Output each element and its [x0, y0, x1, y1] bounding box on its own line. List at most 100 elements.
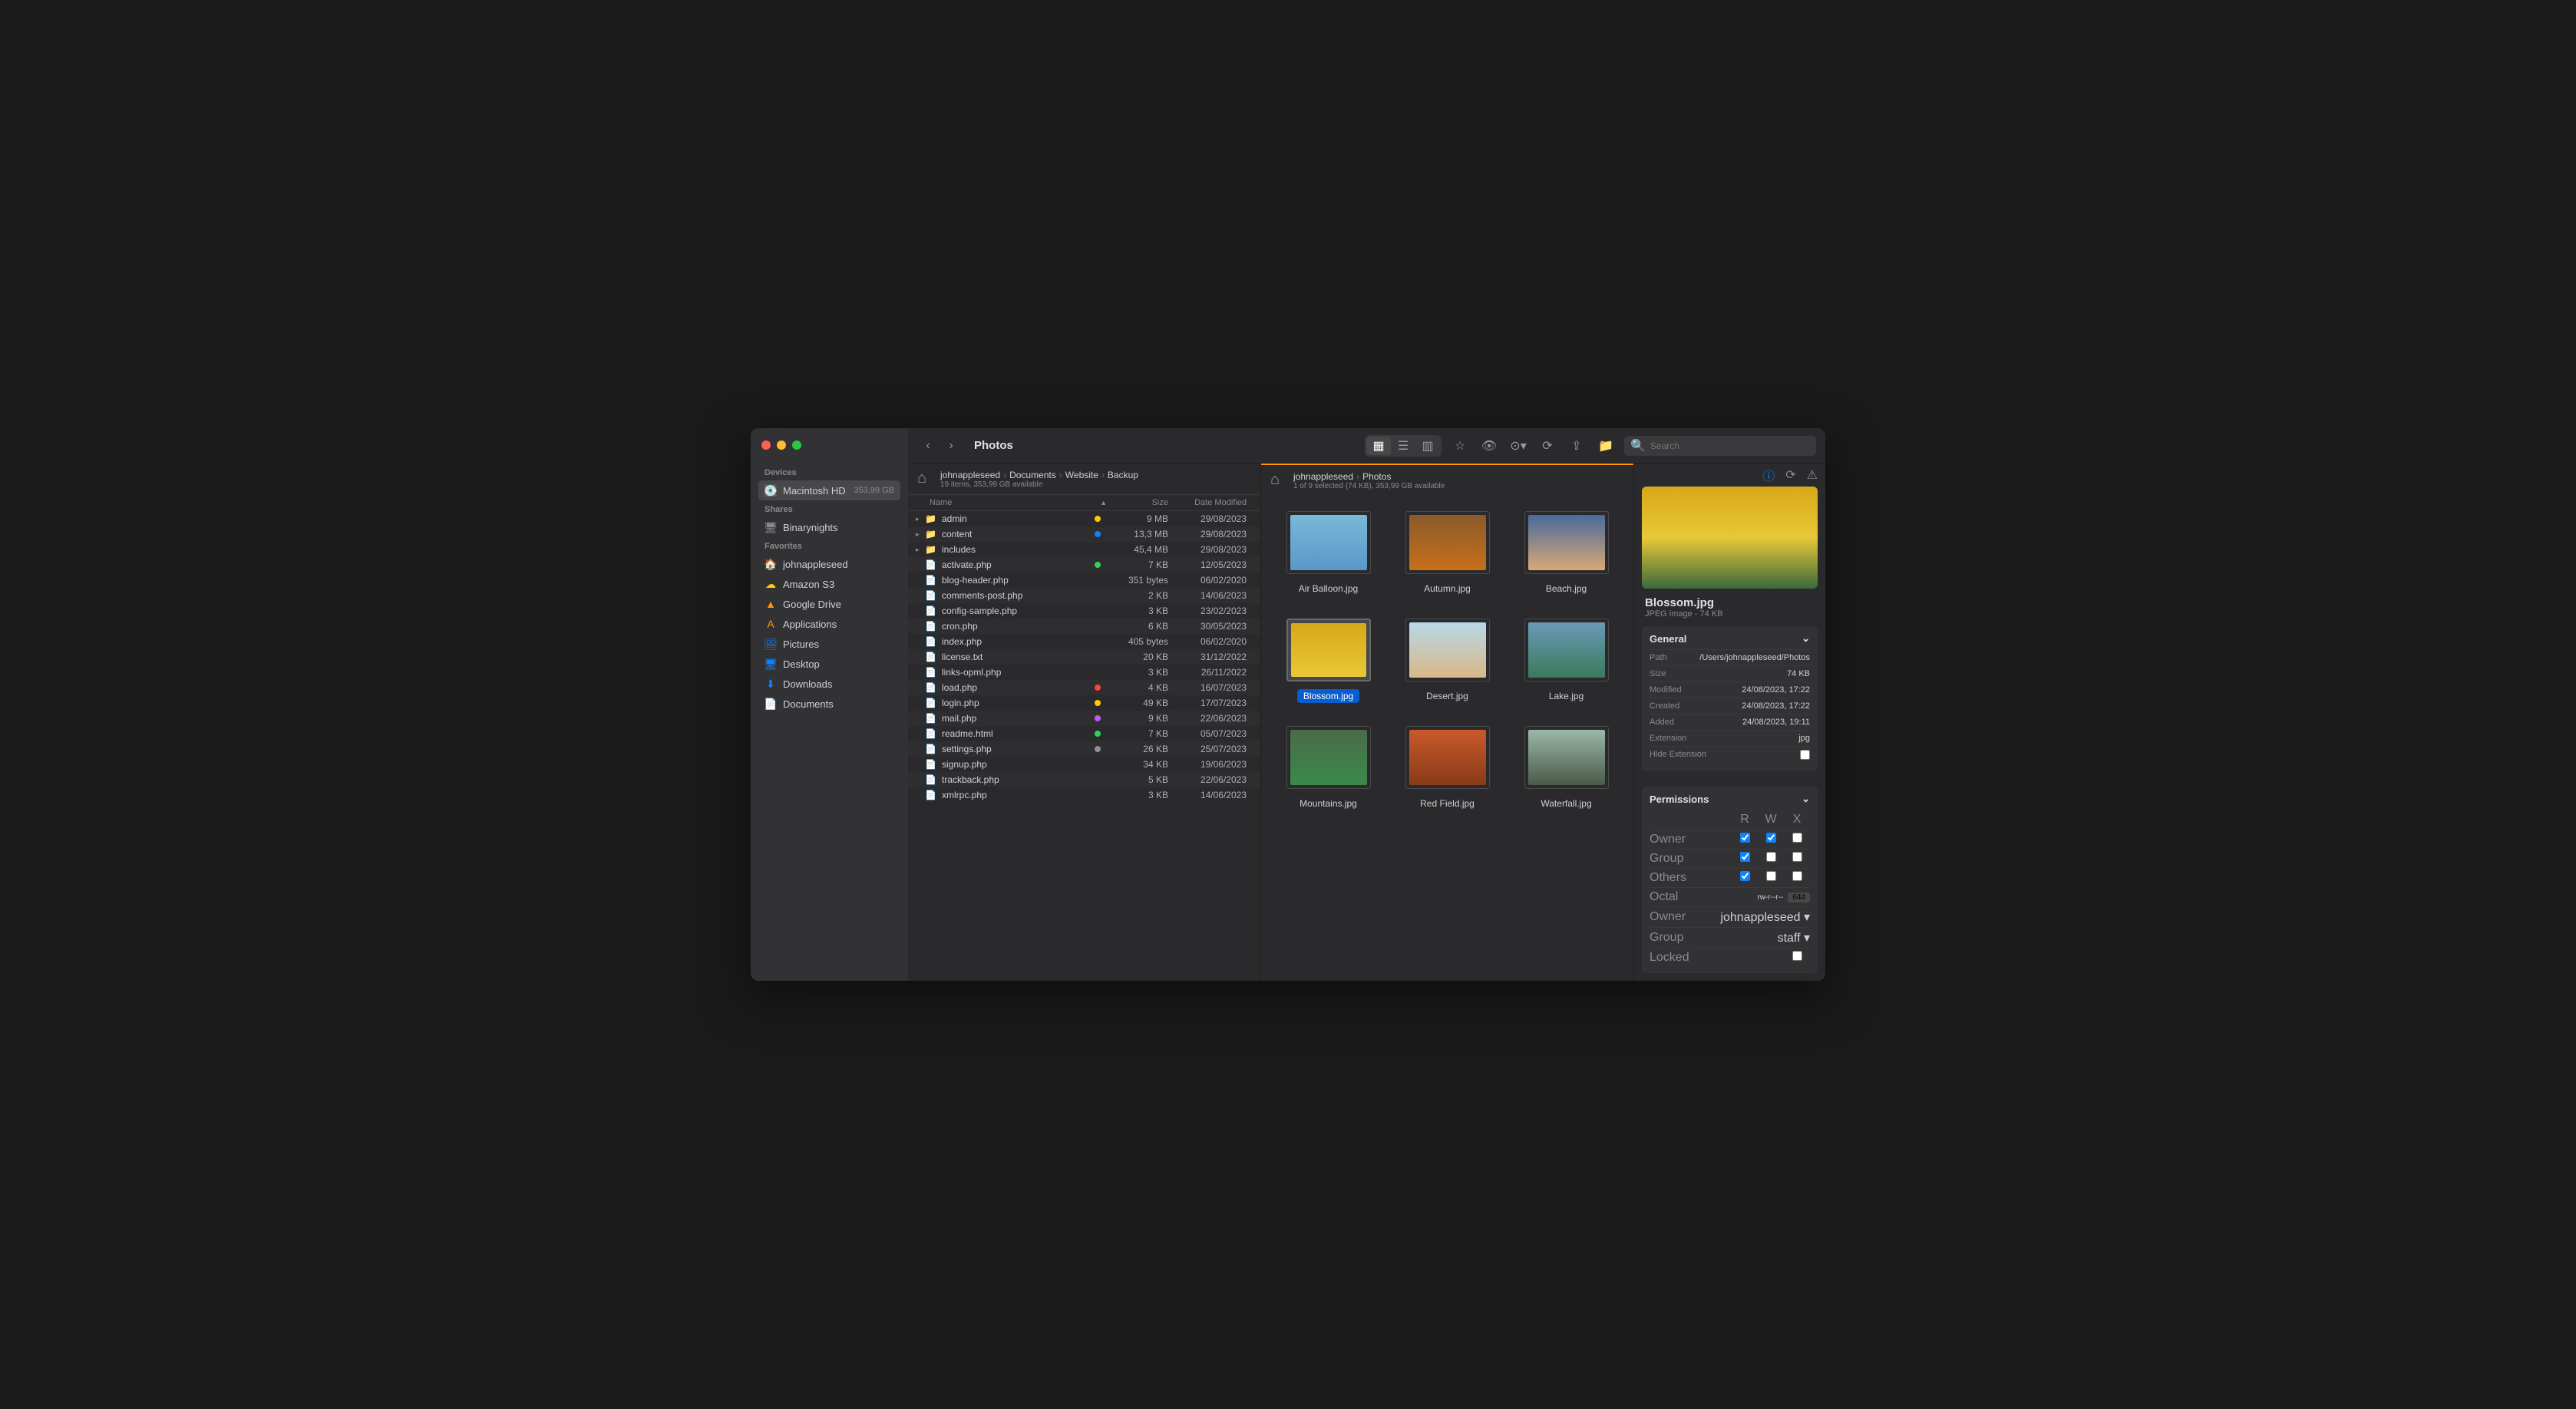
grid-item[interactable]: Autumn.jpg	[1395, 511, 1499, 596]
grid-item[interactable]: Desert.jpg	[1395, 619, 1499, 703]
group-select[interactable]: staff ▾	[1778, 930, 1810, 945]
sidebar-item[interactable]: 🖼Pictures	[758, 634, 900, 654]
breadcrumb-item[interactable]: Documents	[1009, 470, 1056, 480]
file-row[interactable]: 📄config-sample.php3 KB23/02/2023	[908, 603, 1260, 619]
sidebar-item-meta: 353,99 GB	[854, 486, 894, 495]
column-view-button[interactable]: ▥	[1415, 437, 1440, 455]
icon-view-button[interactable]: ▦	[1366, 437, 1391, 455]
file-name: signup.php	[942, 759, 1088, 770]
sidebar-item[interactable]: 🖥Desktop	[758, 654, 900, 674]
chevron-down-icon: ⌄	[1802, 632, 1810, 645]
center-breadcrumbs[interactable]: johnappleseed›Photos	[1293, 471, 1445, 482]
breadcrumb-item[interactable]: johnappleseed	[940, 470, 1000, 480]
sidebar-item[interactable]: 📄Documents	[758, 694, 900, 714]
forward-button[interactable]: ›	[940, 435, 962, 457]
file-row[interactable]: ▸📁includes45,4 MB29/08/2023	[908, 542, 1260, 557]
disclosure-icon[interactable]: ▸	[916, 530, 925, 539]
share-button[interactable]: ⇪	[1566, 435, 1587, 457]
minimize-window-button[interactable]	[777, 441, 786, 450]
octal-value[interactable]: 644	[1788, 893, 1810, 902]
file-row[interactable]: ▸📁content13,3 MB29/08/2023	[908, 526, 1260, 542]
tag-dot	[1095, 516, 1101, 522]
file-row[interactable]: 📄load.php4 KB16/07/2023	[908, 680, 1260, 695]
list-view-button[interactable]: ☰	[1391, 437, 1415, 455]
home-icon[interactable]: ⌂	[917, 470, 936, 488]
back-button[interactable]: ‹	[917, 435, 939, 457]
icon-grid[interactable]: Air Balloon.jpgAutumn.jpgBeach.jpg Blosso…	[1276, 511, 1618, 810]
sidebar-item[interactable]: AApplications	[758, 614, 900, 634]
file-row[interactable]: 📄links-opml.php3 KB26/11/2022	[908, 665, 1260, 680]
search-input[interactable]	[1650, 441, 1810, 451]
file-row[interactable]: 📄index.php405 bytes06/02/2020	[908, 634, 1260, 649]
general-header[interactable]: General ⌄	[1650, 632, 1810, 649]
file-row[interactable]: 📄comments-post.php2 KB14/06/2023	[908, 588, 1260, 603]
search-field[interactable]: 🔍	[1624, 436, 1816, 456]
sidebar-item[interactable]: ▲Google Drive	[758, 594, 900, 614]
file-row[interactable]: 📄login.php49 KB17/07/2023	[908, 695, 1260, 711]
column-date[interactable]: Date Modified	[1168, 498, 1253, 507]
owner-select[interactable]: johnappleseed ▾	[1720, 909, 1810, 925]
sidebar-item[interactable]: 💽Macintosh HD353,99 GB	[758, 480, 900, 500]
preview-button[interactable]: 👁	[1478, 435, 1500, 457]
activity-tab[interactable]: ⟳	[1785, 467, 1795, 483]
sidebar-item[interactable]: ⬇Downloads	[758, 674, 900, 694]
file-row[interactable]: ▸📁admin9 MB29/08/2023	[908, 511, 1260, 526]
breadcrumb-item[interactable]: Backup	[1108, 470, 1138, 480]
perm-write-checkbox[interactable]	[1766, 833, 1776, 843]
perm-write-checkbox[interactable]	[1766, 871, 1776, 881]
alerts-tab[interactable]: ⚠	[1807, 467, 1818, 483]
sidebar-item[interactable]: ☁Amazon S3	[758, 574, 900, 594]
sidebar-item[interactable]: 🏠johnappleseed	[758, 554, 900, 574]
breadcrumb-item[interactable]: johnappleseed	[1293, 471, 1353, 482]
grid-item[interactable]: Red Field.jpg	[1395, 726, 1499, 810]
perm-execute-checkbox[interactable]	[1792, 833, 1802, 843]
locked-checkbox[interactable]	[1792, 951, 1802, 961]
maximize-window-button[interactable]	[792, 441, 801, 450]
grid-item[interactable]: Waterfall.jpg	[1514, 726, 1618, 810]
breadcrumb-item[interactable]: Website	[1065, 470, 1098, 480]
favorites-section-label: Favorites	[758, 537, 900, 554]
file-row[interactable]: 📄trackback.php5 KB22/06/2023	[908, 772, 1260, 787]
actions-button[interactable]: ⊙▾	[1508, 435, 1529, 457]
grid-item[interactable]: Mountains.jpg	[1276, 726, 1380, 810]
file-row[interactable]: 📄settings.php26 KB25/07/2023	[908, 741, 1260, 757]
disclosure-icon[interactable]: ▸	[916, 546, 925, 554]
permissions-header[interactable]: Permissions ⌄	[1650, 793, 1810, 810]
perm-read-checkbox[interactable]	[1740, 852, 1750, 862]
file-row[interactable]: 📄signup.php34 KB19/06/2023	[908, 757, 1260, 772]
perm-execute-checkbox[interactable]	[1792, 871, 1802, 881]
perm-read-checkbox[interactable]	[1740, 833, 1750, 843]
close-window-button[interactable]	[761, 441, 771, 450]
file-row[interactable]: 📄blog-header.php351 bytes06/02/2020	[908, 573, 1260, 588]
home-icon[interactable]: ⌂	[1270, 471, 1289, 490]
sync-button[interactable]: ⟳	[1537, 435, 1558, 457]
info-tab[interactable]: ⓘ	[1762, 466, 1775, 484]
perm-label: Others	[1650, 871, 1732, 885]
sidebar-item[interactable]: 🖥Binarynights	[758, 517, 900, 537]
grid-item[interactable]: Air Balloon.jpg	[1276, 511, 1380, 596]
perm-write-checkbox[interactable]	[1766, 852, 1776, 862]
column-size[interactable]: Size	[1107, 498, 1168, 507]
file-row[interactable]: 📄readme.html7 KB05/07/2023	[908, 726, 1260, 741]
file-row[interactable]: 📄activate.php7 KB12/05/2023	[908, 557, 1260, 573]
file-name: index.php	[942, 636, 1088, 647]
new-folder-button[interactable]: 📁	[1595, 435, 1617, 457]
file-row[interactable]: 📄xmlrpc.php3 KB14/06/2023	[908, 787, 1260, 803]
file-row[interactable]: 📄mail.php9 KB22/06/2023	[908, 711, 1260, 726]
perm-execute-checkbox[interactable]	[1792, 852, 1802, 862]
info-key: Modified	[1650, 685, 1682, 695]
grid-item[interactable]: Beach.jpg	[1514, 511, 1618, 596]
disclosure-icon[interactable]: ▸	[916, 515, 925, 523]
grid-item[interactable]: Lake.jpg	[1514, 619, 1618, 703]
left-breadcrumbs[interactable]: johnappleseed›Documents›Website›Backup	[940, 470, 1138, 480]
breadcrumb-item[interactable]: Photos	[1362, 471, 1391, 482]
file-row[interactable]: 📄license.txt20 KB31/12/2022	[908, 649, 1260, 665]
file-date: 29/08/2023	[1168, 513, 1253, 524]
favorite-button[interactable]: ☆	[1449, 435, 1471, 457]
file-row[interactable]: 📄cron.php6 KB30/05/2023	[908, 619, 1260, 634]
grid-item[interactable]: Blossom.jpg	[1276, 619, 1380, 703]
perm-read-checkbox[interactable]	[1740, 871, 1750, 881]
hide-extension-checkbox[interactable]	[1800, 750, 1810, 760]
file-list[interactable]: ▸📁admin9 MB29/08/2023▸📁content13,3 MB29/…	[908, 511, 1260, 981]
column-name[interactable]: Name	[916, 498, 1100, 507]
